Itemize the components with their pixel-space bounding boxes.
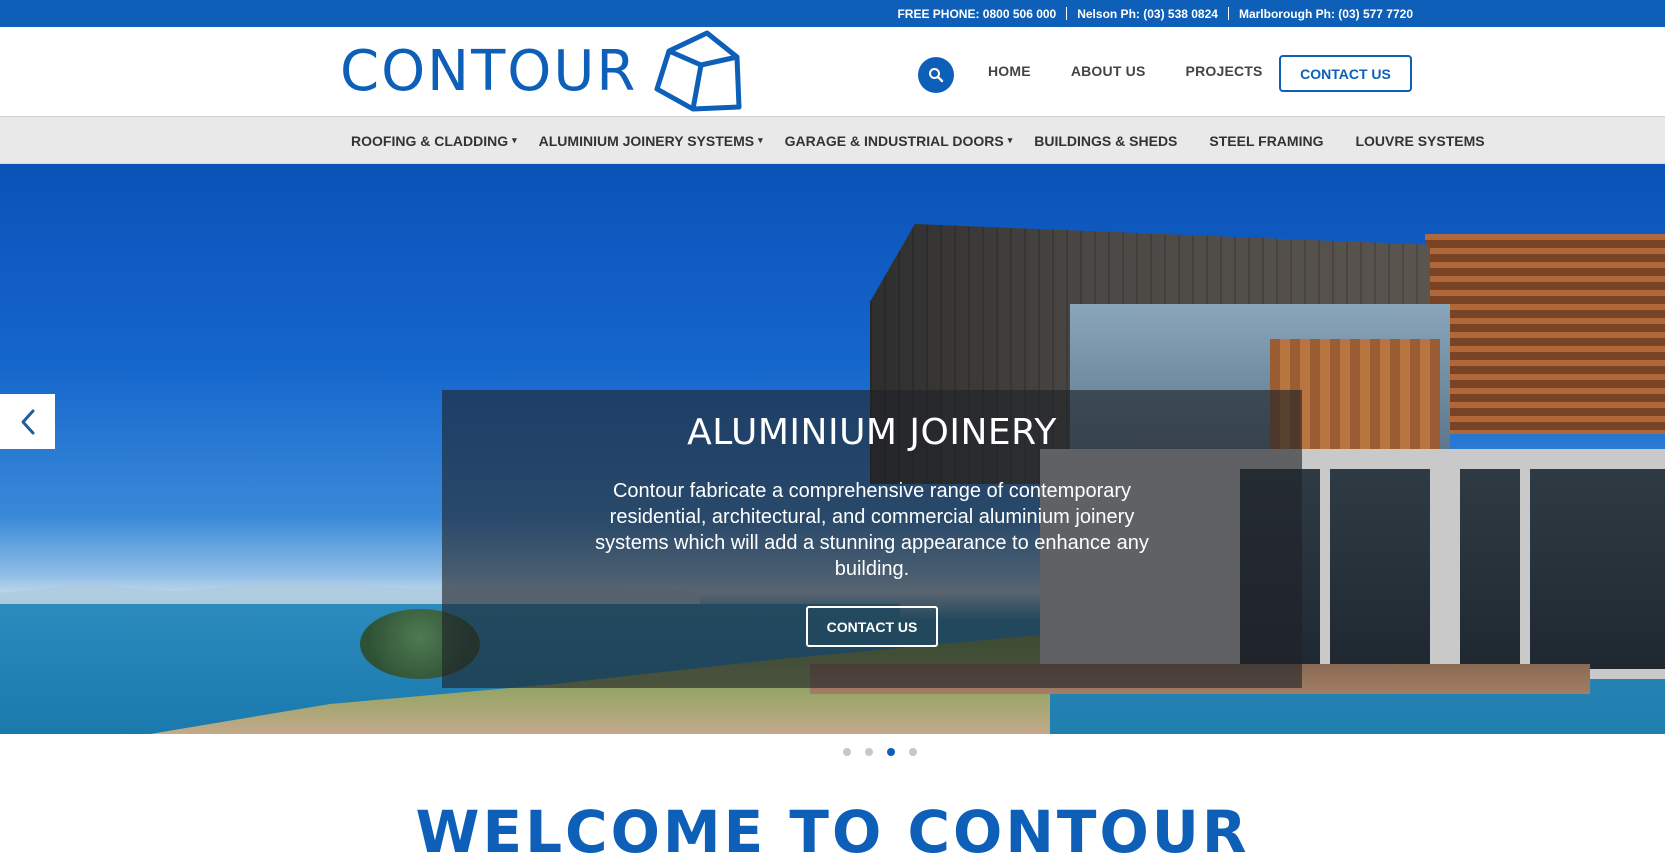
hero-image-window: [1330, 469, 1430, 669]
subnav-label: ROOFING & CLADDING: [351, 132, 509, 149]
subnav-roofing-cladding[interactable]: ROOFING & CLADDING ▾: [351, 133, 517, 149]
slider-dot-1[interactable]: [843, 748, 851, 756]
logo-wordmark: CONTOUR: [340, 39, 638, 104]
subnav-label: ALUMINIUM JOINERY SYSTEMS: [538, 132, 755, 149]
slider-dot-2[interactable]: [865, 748, 873, 756]
slide-description: Contour fabricate a comprehensive range …: [595, 480, 1149, 580]
nav-projects[interactable]: PROJECTS: [1186, 63, 1263, 79]
site-logo[interactable]: CONTOUR: [340, 29, 745, 115]
hero-image-louvre: [1425, 234, 1665, 434]
welcome-heading: WELCOME TO CONTOUR: [415, 798, 1250, 863]
subnav-label: STEEL FRAMING: [1209, 132, 1324, 149]
subnav-buildings-sheds[interactable]: BUILDINGS & SHEDS: [1034, 133, 1177, 149]
hero-image-window: [1460, 469, 1520, 669]
main-nav: HOME ABOUT US PROJECTS: [988, 63, 1263, 79]
caret-down-icon: ▾: [512, 135, 517, 145]
chevron-left-icon: [21, 409, 34, 434]
subnav-garage-doors[interactable]: GARAGE & INDUSTRIAL DOORS ▾: [785, 133, 1013, 149]
slide-title: ALUMINIUM JOINERY: [687, 412, 1057, 453]
slide-caption: ALUMINIUM JOINERY Contour fabricate a co…: [442, 390, 1302, 688]
product-nav: ROOFING & CLADDING ▾ ALUMINIUM JOINERY S…: [0, 116, 1665, 164]
slider-dot-3[interactable]: [887, 748, 895, 756]
hero-image-window: [1530, 469, 1665, 669]
contact-topbar: FREE PHONE: 0800 506 000 Nelson Ph: (03)…: [0, 0, 1665, 27]
search-icon: [929, 68, 944, 83]
cube-logo-icon: [654, 30, 742, 112]
caret-down-icon: ▾: [758, 135, 763, 145]
search-button[interactable]: [918, 57, 954, 93]
site-header: CONTOUR HOME ABOUT US PROJECTS CONTACT U…: [0, 27, 1665, 116]
nelson-phone[interactable]: Nelson Ph: (03) 538 0824: [1077, 7, 1218, 21]
divider: [1227, 7, 1229, 20]
contact-us-button[interactable]: CONTACT US: [1279, 55, 1412, 92]
subnav-aluminium-joinery[interactable]: ALUMINIUM JOINERY SYSTEMS ▾: [539, 133, 763, 149]
nav-about-us[interactable]: ABOUT US: [1071, 63, 1146, 79]
subnav-steel-framing[interactable]: STEEL FRAMING: [1209, 133, 1323, 149]
slider-dots: [843, 748, 917, 756]
subnav-label: GARAGE & INDUSTRIAL DOORS: [784, 132, 1004, 149]
divider: [1066, 7, 1068, 20]
free-phone[interactable]: FREE PHONE: 0800 506 000: [897, 7, 1056, 21]
slider-prev-button[interactable]: [0, 394, 55, 449]
subnav-label: LOUVRE SYSTEMS: [1355, 132, 1485, 149]
hero-slider: ALUMINIUM JOINERY Contour fabricate a co…: [0, 164, 1665, 734]
caret-down-icon: ▾: [1007, 135, 1013, 145]
marlborough-phone[interactable]: Marlborough Ph: (03) 577 7720: [1239, 7, 1413, 21]
subnav-louvre-systems[interactable]: LOUVRE SYSTEMS: [1355, 133, 1484, 149]
nav-home[interactable]: HOME: [988, 63, 1031, 79]
slide-contact-button[interactable]: CONTACT US: [806, 606, 938, 647]
subnav-label: BUILDINGS & SHEDS: [1034, 132, 1178, 149]
slider-dot-4[interactable]: [909, 748, 917, 756]
